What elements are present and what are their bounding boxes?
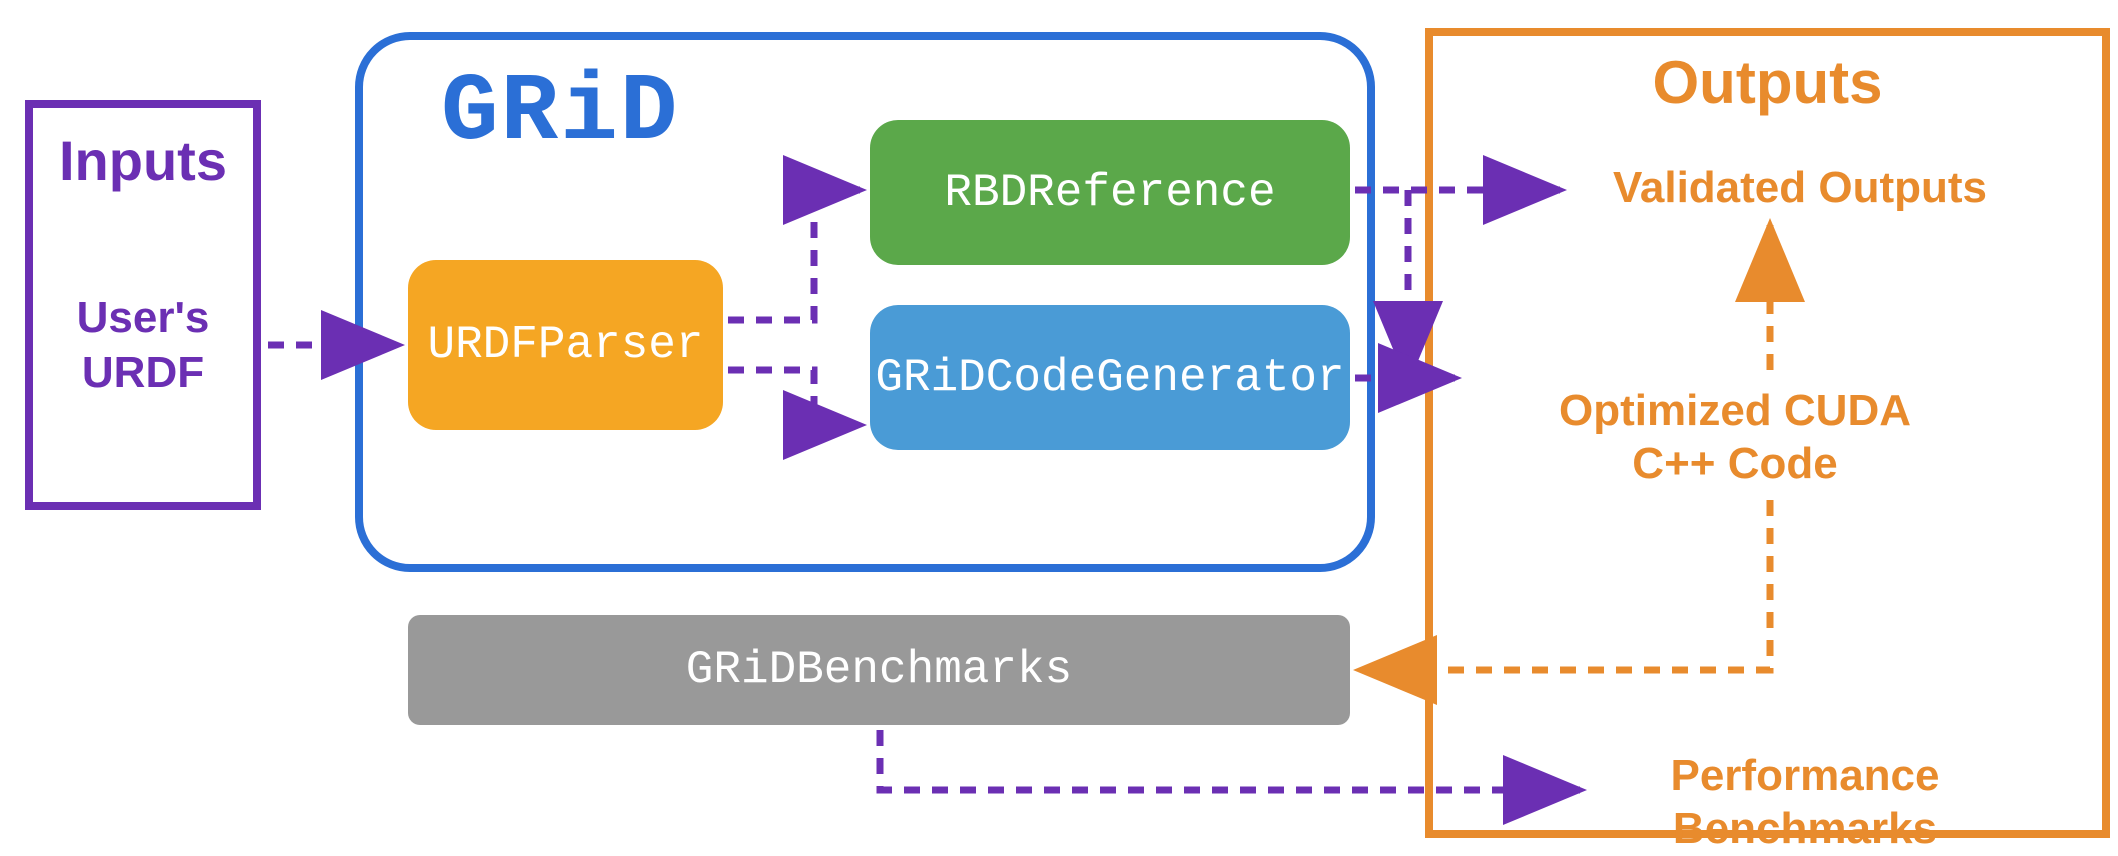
grid-title: GRiD [441, 58, 679, 167]
output-validated: Validated Outputs [1575, 162, 2025, 215]
inputs-box: Inputs User'sURDF [25, 100, 261, 510]
node-benchmarks: GRiDBenchmarks [408, 615, 1350, 725]
node-urdf-parser: URDFParser [408, 260, 723, 430]
output-benchmarks: PerformanceBenchmarks [1595, 750, 2015, 856]
outputs-title: Outputs [1433, 48, 2102, 117]
output-cuda: Optimized CUDAC++ Code [1465, 385, 2005, 491]
inputs-user-urdf: User'sURDF [77, 290, 210, 400]
node-code-generator: GRiDCodeGenerator [870, 305, 1350, 450]
node-rbd-reference: RBDReference [870, 120, 1350, 265]
inputs-title: Inputs [33, 128, 253, 193]
